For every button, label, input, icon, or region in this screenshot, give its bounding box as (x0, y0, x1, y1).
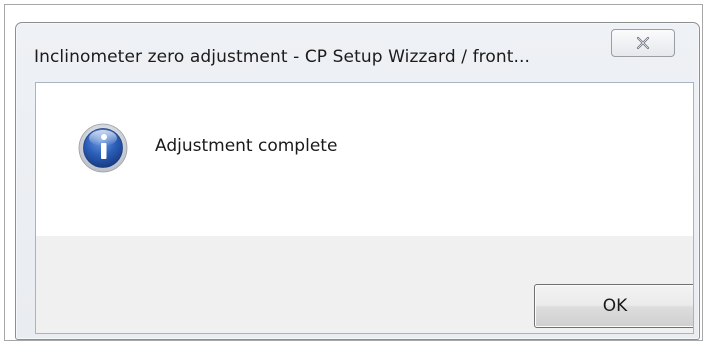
dialog-body: Adjustment complete OK (35, 82, 694, 334)
message-text: Adjustment complete (155, 136, 338, 156)
close-icon (636, 36, 650, 50)
message-dialog: Inclinometer zero adjustment - CP Setup … (15, 22, 700, 340)
ok-button[interactable]: OK (534, 284, 693, 328)
dialog-title: Inclinometer zero adjustment - CP Setup … (34, 47, 531, 67)
info-icon (78, 123, 128, 173)
message-area: Adjustment complete (36, 83, 693, 236)
close-button[interactable] (611, 29, 675, 57)
